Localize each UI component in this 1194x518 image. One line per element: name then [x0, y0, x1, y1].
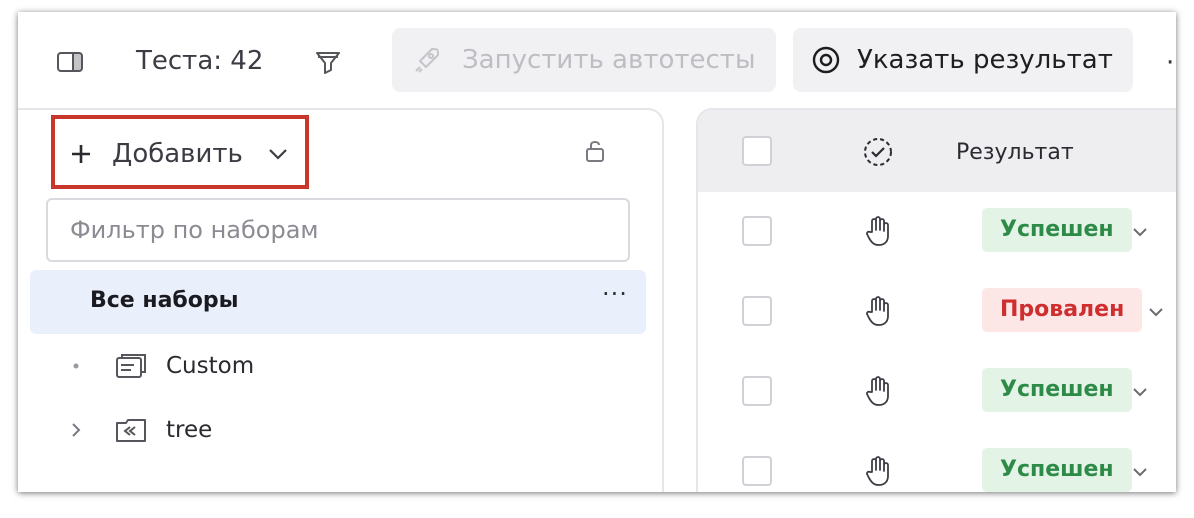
sets-filter-input[interactable] — [46, 198, 630, 262]
plus-icon — [72, 145, 90, 163]
status-badge[interactable]: Успешен — [982, 368, 1132, 412]
all-sets-more-icon[interactable]: ··· — [602, 280, 628, 308]
manual-test-icon — [866, 216, 889, 246]
status-badge[interactable]: Успешен — [982, 208, 1132, 252]
suite-icon — [116, 354, 146, 378]
tree-item-custom[interactable]: Custom — [66, 344, 254, 388]
table-row[interactable]: Провален — [698, 272, 1176, 354]
table-row[interactable]: Успешен — [698, 352, 1176, 434]
chevron-down-icon — [269, 149, 287, 160]
filter-icon[interactable] — [314, 48, 342, 76]
row-checkbox[interactable] — [742, 456, 772, 486]
toolbar: Теста: 42 Запустить автотесты Указать ре… — [18, 12, 1176, 108]
row-checkbox[interactable] — [742, 296, 772, 326]
select-all-checkbox[interactable] — [742, 136, 772, 166]
app-window: Теста: 42 Запустить автотесты Указать ре… — [18, 12, 1176, 492]
status-check-icon — [864, 138, 892, 166]
status-badge[interactable]: Провален — [982, 288, 1143, 332]
status-badge[interactable]: Успешен — [982, 448, 1132, 492]
tests-table: Результат Успешен Провален Успешен Успеш… — [696, 108, 1176, 492]
run-autotests-label: Запустить автотесты — [462, 45, 756, 75]
run-autotests-button[interactable]: Запустить автотесты — [392, 28, 776, 92]
tree-item-label: Custom — [166, 353, 255, 379]
result-column-header[interactable]: Результат — [956, 140, 1074, 165]
bullet-icon — [66, 356, 86, 376]
row-checkbox[interactable] — [742, 376, 772, 406]
table-header: Результат — [698, 110, 1176, 194]
manual-test-icon — [866, 296, 889, 326]
add-label: Добавить — [112, 139, 243, 169]
table-row[interactable]: Успешен — [698, 192, 1176, 274]
all-sets-label: Все наборы — [90, 288, 239, 313]
add-button[interactable]: Добавить — [70, 134, 289, 174]
chevron-down-icon[interactable] — [1130, 382, 1150, 402]
manual-test-icon — [866, 456, 889, 486]
manual-test-icon — [866, 376, 889, 406]
chevron-down-icon[interactable] — [1130, 462, 1150, 482]
toolbar-more-icon[interactable]: · — [1166, 48, 1174, 78]
chevron-down-icon[interactable] — [1130, 222, 1150, 242]
set-result-label: Указать результат — [857, 45, 1113, 75]
table-row[interactable]: Успешен — [698, 432, 1176, 492]
shared-steps-icon — [116, 419, 146, 442]
target-icon — [812, 46, 840, 74]
rocket-icon — [415, 48, 439, 73]
chevron-right-icon[interactable] — [66, 420, 86, 440]
row-checkbox[interactable] — [742, 216, 772, 246]
unlock-icon[interactable] — [584, 138, 606, 164]
test-count: Теста: 42 — [136, 46, 264, 76]
chevron-down-icon[interactable] — [1146, 302, 1166, 322]
tree-item-label: tree — [166, 417, 213, 443]
sidebar-toggle-icon[interactable] — [56, 50, 84, 74]
set-result-button[interactable]: Указать результат — [793, 28, 1133, 92]
tree-item-tree[interactable]: tree — [66, 408, 212, 452]
all-sets-item[interactable]: Все наборы ··· — [30, 270, 646, 334]
